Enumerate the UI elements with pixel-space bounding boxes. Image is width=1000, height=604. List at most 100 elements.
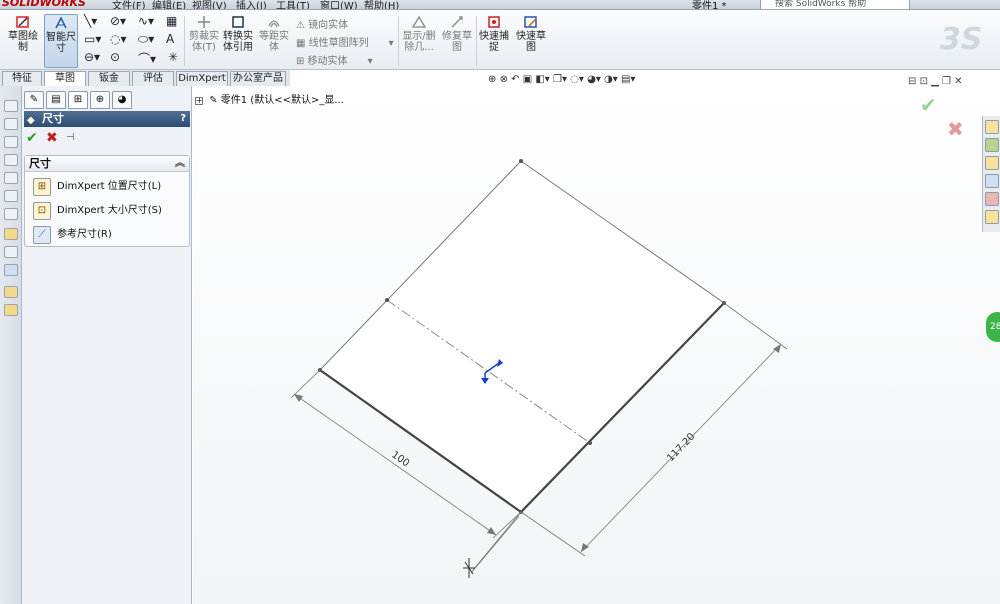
relation-icon[interactable] — [4, 246, 18, 258]
rebuild-badge[interactable]: 28 — [986, 312, 1000, 342]
zoom-to-area-icon[interactable]: ⊗ — [500, 74, 512, 85]
zoom-to-fit-icon[interactable]: ⊕ — [488, 74, 500, 85]
close-icon[interactable]: ✕ — [954, 76, 962, 87]
menu-tools[interactable]: 工具(T) — [276, 0, 310, 9]
restore-icon[interactable]: ❐ — [942, 76, 954, 87]
text-grid-icon[interactable]: ▦ — [166, 14, 177, 28]
collapse-icon[interactable]: ︽ — [175, 156, 185, 172]
view-palette-icon[interactable] — [985, 174, 999, 188]
view-icon[interactable] — [4, 208, 18, 220]
manager-tabs: ✎ ▤ ⊞ ⊕ ◕ — [22, 91, 192, 109]
previous-view-icon[interactable]: ↶ — [511, 74, 523, 85]
dimxpert-location-dimension-option[interactable]: ⊞ DimXpert 位置尺寸(L) — [33, 176, 183, 198]
view-icon[interactable] — [4, 118, 18, 130]
vertex-point[interactable] — [588, 441, 592, 445]
menu-insert[interactable]: 插入(I) — [236, 0, 267, 9]
view-icon[interactable] — [4, 100, 18, 112]
tab-sheet-metal[interactable]: 钣金 — [88, 71, 130, 86]
property-manager-tab-icon[interactable]: ▤ — [46, 91, 66, 109]
feature-manager-tab-icon[interactable]: ✎ — [24, 91, 44, 109]
quick-snaps-button[interactable]: 快速捕捉 — [478, 14, 510, 68]
display-manager-tab-icon[interactable]: ◕ — [112, 91, 132, 109]
tab-office-products[interactable]: 办公室产品 — [230, 71, 286, 86]
appearance-icon[interactable]: ◕▾ — [587, 74, 604, 85]
minimize-icon[interactable]: ▁ — [931, 76, 942, 87]
hide-show-icon[interactable]: ◌▾ — [570, 74, 587, 85]
arc-icon[interactable]: ◌▾ — [110, 32, 127, 46]
cancel-icon[interactable]: ✖ — [46, 130, 58, 146]
vertex-point[interactable] — [519, 159, 523, 163]
menu-edit[interactable]: 编辑(E) — [152, 0, 186, 9]
tile-icon[interactable]: ⊡ — [920, 76, 932, 87]
sketch-button[interactable]: 草图绘制 — [6, 14, 40, 68]
move-entities-button[interactable]: ⊞ 移动实体 ▾ — [296, 52, 373, 67]
mirror-entities-button[interactable]: ⚠ 镜向实体 — [296, 16, 348, 31]
text-icon[interactable]: A — [166, 32, 174, 46]
scene-icon[interactable]: ◑▾ — [604, 74, 621, 85]
ellipse-icon[interactable]: ⬭▾ — [138, 32, 154, 47]
confirm-cancel-icon[interactable]: ✖ — [947, 117, 964, 141]
rapid-sketch-label: 快速草图 — [516, 31, 546, 53]
spline-icon[interactable]: ∿▾ — [138, 14, 154, 28]
appearances-icon[interactable] — [985, 192, 999, 206]
expand-icon[interactable]: + — [195, 97, 203, 105]
layer-icon[interactable] — [4, 264, 18, 276]
block-icon[interactable] — [4, 286, 18, 298]
design-library-icon[interactable] — [985, 138, 999, 152]
trim-button[interactable]: 剪裁实体(T) — [188, 14, 220, 68]
restore-panel-icon[interactable]: ⊟ — [908, 76, 920, 87]
section-view-icon[interactable]: ▣ — [523, 74, 536, 85]
circle-icon[interactable]: ⊘▾ — [110, 14, 126, 28]
document-title: 零件1 * — [692, 1, 727, 10]
view-icon[interactable] — [4, 172, 18, 184]
help-search-input[interactable]: 搜索 SolidWorks 帮助 — [760, 0, 910, 9]
line-icon[interactable]: ╲▾ — [84, 14, 97, 28]
help-button[interactable]: ? — [180, 111, 186, 127]
tab-evaluate[interactable]: 评估 — [132, 71, 174, 86]
display-delete-relations-button[interactable]: 显示/删除几... — [402, 14, 436, 68]
linear-pattern-button[interactable]: ▦ 线性草图阵列 ▾ — [296, 34, 394, 49]
smart-dimension-button[interactable]: 智能尺寸 — [44, 14, 78, 68]
view-settings-icon[interactable]: ▤▾ — [621, 74, 635, 85]
rectangle-icon[interactable]: ▭▾ — [84, 32, 101, 46]
feature-tree-flyout[interactable]: + ✎ 零件1 (默认<<默认>_显... — [195, 91, 344, 106]
offset-entities-button[interactable]: 等距实体 — [258, 14, 290, 68]
repair-sketch-button[interactable]: 修复草图 — [440, 14, 474, 68]
vertex-point[interactable] — [385, 298, 389, 302]
confirm-ok-icon[interactable]: ✔ — [920, 93, 937, 117]
menu-help[interactable]: 帮助(H) — [364, 0, 399, 9]
tab-sketch[interactable]: 草图 — [44, 71, 86, 87]
fillet-icon[interactable]: ⌒▾ — [138, 50, 156, 67]
menu-view[interactable]: 视图(V) — [192, 0, 227, 9]
view-orientation-icon[interactable]: ◧▾ — [535, 74, 553, 85]
configuration-manager-tab-icon[interactable]: ⊞ — [68, 91, 88, 109]
ok-icon[interactable]: ✔ — [26, 130, 38, 146]
tab-dimxpert[interactable]: DimXpert — [176, 71, 228, 86]
sketch-canvas[interactable]: 100 117.20 — [193, 86, 1000, 604]
reference-dimension-option[interactable]: ⟋ 参考尺寸(R) — [33, 224, 183, 246]
dimxpert-size-dimension-option[interactable]: ⊡ DimXpert 大小尺寸(S) — [33, 200, 183, 222]
convert-entities-button[interactable]: 转换实体引用 — [222, 14, 254, 68]
custom-properties-icon[interactable] — [985, 210, 999, 224]
view-icon[interactable] — [4, 136, 18, 148]
slot-icon[interactable]: ⊖▾ — [84, 50, 100, 64]
tab-features[interactable]: 特征 — [2, 71, 42, 86]
group-header[interactable]: 尺寸 ︽ — [25, 156, 189, 172]
display-style-icon[interactable]: ❐▾ — [553, 74, 570, 85]
offset-entities-label: 等距实体 — [259, 31, 289, 53]
point-icon[interactable]: ✳ — [168, 50, 178, 64]
file-explorer-icon[interactable] — [985, 156, 999, 170]
menu-file[interactable]: 文件(F) — [112, 0, 146, 9]
sketch-label: 草图绘制 — [8, 31, 38, 53]
graphics-area[interactable]: 100 117.20 ⊕ ⊗ ↶ ▣ ◧▾ ❐▾ ◌▾ ◕▾ ◑▾ ▤▾ + ✎… — [193, 74, 1000, 604]
view-icon[interactable] — [4, 154, 18, 166]
rapid-sketch-button[interactable]: 快速草图 — [514, 14, 548, 68]
view-icon[interactable] — [4, 190, 18, 202]
menu-window[interactable]: 窗口(W) — [320, 0, 358, 9]
resources-home-icon[interactable] — [985, 120, 999, 134]
pin-icon[interactable]: ⊣ — [66, 132, 75, 143]
dimxpert-manager-tab-icon[interactable]: ⊕ — [90, 91, 110, 109]
point-circle-icon[interactable]: ⊙ — [110, 50, 120, 64]
block-insert-icon[interactable] — [4, 304, 18, 316]
sketch-edit-icon[interactable] — [4, 228, 18, 240]
